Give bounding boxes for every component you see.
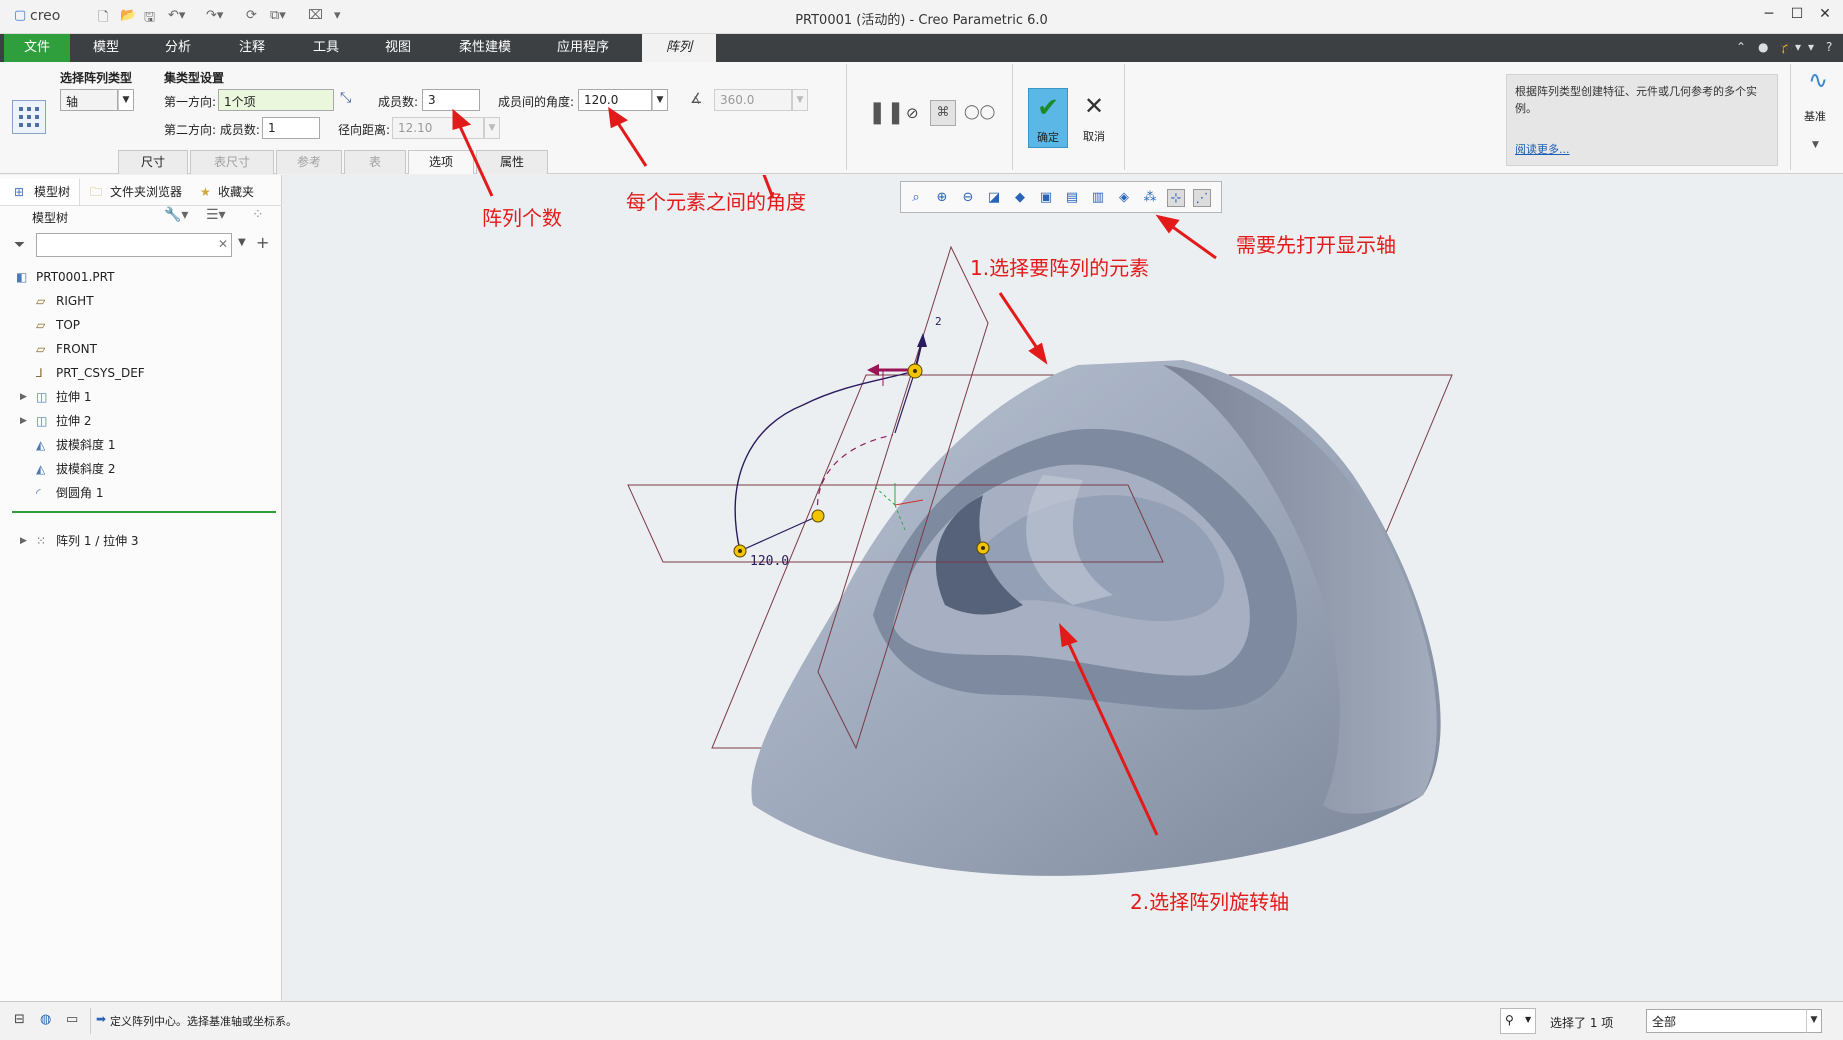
csys-z xyxy=(874,486,896,506)
tree-item-label: FRONT xyxy=(56,342,97,356)
axis-arrow-icon[interactable] xyxy=(917,333,927,347)
preview-arc xyxy=(816,434,894,517)
annotation-count: 阵列个数 xyxy=(482,206,562,230)
browser-icon[interactable]: ◍ xyxy=(40,1012,51,1027)
chevron-down-icon: ▼ xyxy=(1525,1015,1532,1024)
axis-leg xyxy=(894,370,916,434)
refit-icon[interactable]: ⌕ xyxy=(907,189,925,207)
separator xyxy=(90,1008,91,1034)
extrude-icon: ◫ xyxy=(36,414,48,428)
member-marker[interactable] xyxy=(976,541,990,555)
tree-item-label: 拉伸 2 xyxy=(56,414,92,428)
arrow-count xyxy=(456,121,494,197)
axis-label: 2 xyxy=(935,315,942,328)
part-icon: ◧ xyxy=(16,270,28,284)
chevron-down-icon[interactable]: ▼ xyxy=(1806,1009,1822,1033)
member-marker[interactable] xyxy=(811,509,825,523)
view-toolbar: ⌕ ⊕ ⊖ ◪ ◆ ▣ ▤ ▥ ◈ ⁂ ⊹ ⋰ xyxy=(900,181,1222,213)
binoculars-icon: ⚲ xyxy=(1505,1013,1514,1027)
axis-display-icon[interactable]: ⋰ xyxy=(1193,189,1211,207)
status-bar: ⊟ ◍ ▭ ➡ 定义阵列中心。选择基准轴或坐标系。 ⚲ ▼ 选择了 1 项 全部… xyxy=(0,1001,1843,1040)
model-viewport[interactable]: 2 120.0 xyxy=(283,112,1843,1001)
tree-item-label: 拉伸 1 xyxy=(56,390,92,404)
csys-icon: ⅃ xyxy=(36,366,43,380)
left-panel: ⊞ 模型树 🗀 文件夹浏览器 ★ 收藏夹 模型树 🔧▾ ☰▾ ⁘ ⏷ ✕ ▼ +… xyxy=(0,175,282,1001)
nav-tree-icon[interactable]: ⊟ xyxy=(14,1012,25,1027)
tree-item-label: PRT_CSYS_DEF xyxy=(56,366,145,380)
repaint-icon[interactable]: ◪ xyxy=(985,189,1003,207)
tree-item-label: 拔模斜度 2 xyxy=(56,462,116,476)
annotation-display-icon[interactable]: ⁂ xyxy=(1141,189,1159,207)
graphics-window[interactable]: 2 120.0 xyxy=(283,112,1843,1001)
section-icon[interactable]: ◈ xyxy=(1115,189,1133,207)
draft-icon: ◭ xyxy=(36,438,46,452)
extrude-icon: ◫ xyxy=(36,390,48,404)
insert-indicator xyxy=(12,511,276,513)
pattern-icon: ⁙ xyxy=(36,534,47,548)
member-marker[interactable] xyxy=(733,544,747,558)
datum-plane-icon: ▱ xyxy=(36,342,46,356)
round-icon: ◜ xyxy=(36,486,41,500)
filter-select[interactable]: 全部 xyxy=(1646,1009,1822,1033)
datum-display-icon[interactable]: ⊹ xyxy=(1167,189,1185,207)
drag-arrow-icon[interactable] xyxy=(867,364,879,376)
datum-plane-icon: ▱ xyxy=(36,318,46,332)
pattern-leg xyxy=(739,515,819,552)
tree-item-label: 倒圆角 1 xyxy=(56,486,104,500)
zoom-in-icon[interactable]: ⊕ xyxy=(933,189,951,207)
annotation-angle: 每个元素之间的角度 xyxy=(626,190,806,214)
tree-item-label: 拔模斜度 1 xyxy=(56,438,116,452)
arrow-angle xyxy=(614,119,648,167)
tree-item-label: PRT0001.PRT xyxy=(36,270,115,284)
datum-plane-icon: ▱ xyxy=(36,294,46,308)
annotation-step2: 2.选择阵列旋转轴 xyxy=(1130,890,1290,914)
selection-count: 选择了 1 项 xyxy=(1550,1016,1614,1030)
expand-icon[interactable]: ▶ xyxy=(20,531,27,551)
ribbon-annotation-layer xyxy=(452,106,648,197)
member-marker[interactable] xyxy=(907,363,923,379)
arrowhead-step1 xyxy=(1028,342,1048,365)
expand-icon[interactable]: ▶ xyxy=(20,411,27,431)
saved-orientations-icon[interactable]: ▣ xyxy=(1037,189,1055,207)
zoom-out-icon[interactable]: ⊖ xyxy=(959,189,977,207)
annotation-axis-display: 需要先打开显示轴 xyxy=(1236,233,1396,257)
arrowhead-count xyxy=(452,108,472,130)
display-style-icon[interactable]: ◆ xyxy=(1011,189,1029,207)
expand-icon[interactable]: ▶ xyxy=(20,387,27,407)
tree-item-label: TOP xyxy=(56,318,81,332)
message-arrow-icon: ➡ xyxy=(96,1012,107,1026)
perspective-icon[interactable]: ▥ xyxy=(1089,189,1107,207)
draft-icon: ◭ xyxy=(36,462,46,476)
arrowhead-angle xyxy=(608,106,629,129)
fullscreen-icon[interactable]: ▭ xyxy=(66,1012,78,1027)
angle-dimension[interactable]: 120.0 xyxy=(750,554,789,569)
selection-filter-toggle[interactable]: ⚲ ▼ xyxy=(1500,1008,1536,1034)
tree-item-label: 阵列 1 / 拉伸 3 xyxy=(56,534,139,548)
tree-item-label: RIGHT xyxy=(56,294,94,308)
annotation-step1: 1.选择要阵列的元素 xyxy=(970,256,1150,280)
status-message: 定义阵列中心。选择基准轴或坐标系。 xyxy=(110,1015,297,1028)
view-manager-icon[interactable]: ▤ xyxy=(1063,189,1081,207)
